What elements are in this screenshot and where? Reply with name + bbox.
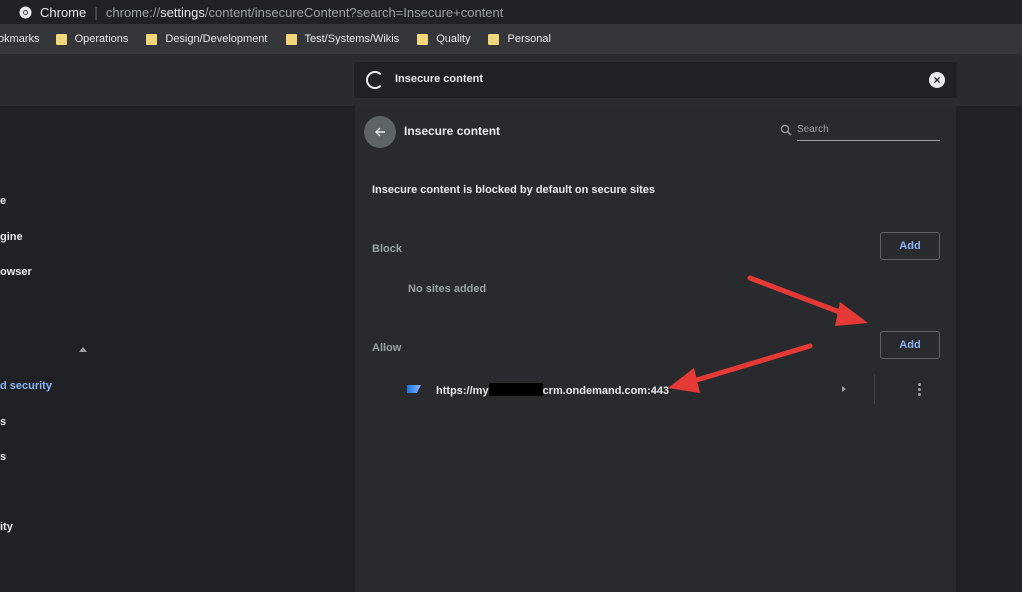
row-divider <box>874 374 875 404</box>
sidebar-item-appearance[interactable]: e <box>0 195 6 207</box>
bookmark-label: okmarks <box>0 33 40 45</box>
insecure-content-card: Insecure content Search Insecure content… <box>355 106 956 592</box>
sidebar-item-languages[interactable]: s <box>0 416 6 428</box>
search-input[interactable]: Search <box>797 124 829 135</box>
bookmark-label: Design/Development <box>165 33 268 45</box>
collapse-caret-icon[interactable] <box>79 347 87 352</box>
loading-spinner-icon <box>366 71 384 89</box>
allowed-site-url[interactable]: https://my crm.ondemand.com:443 <box>436 383 669 397</box>
search-icon <box>780 124 792 136</box>
bookmark-test-systems-wikis[interactable]: Test/Systems/Wikis <box>285 33 400 45</box>
bookmark-other[interactable]: okmarks <box>0 33 40 45</box>
url-strong: settings <box>160 4 205 20</box>
sidebar-item-downloads[interactable]: s <box>0 451 6 463</box>
block-add-button[interactable]: Add <box>880 232 940 260</box>
folder-icon <box>417 33 429 45</box>
search-underline <box>797 140 940 141</box>
folder-icon <box>55 33 67 45</box>
allow-section-label: Allow <box>372 342 402 354</box>
more-actions-icon[interactable] <box>913 379 925 399</box>
browser-window: Chrome | chrome://settings/content/insec… <box>0 0 1022 592</box>
back-button[interactable] <box>364 116 396 148</box>
page-title: Insecure content <box>404 124 501 138</box>
arrow-left-icon <box>375 127 385 137</box>
sidebar-item-default-browser[interactable]: owser <box>0 266 32 278</box>
redaction-block <box>488 383 543 396</box>
site-url-suffix: crm.ondemand.com:443 <box>542 385 670 397</box>
chrome-icon <box>18 5 32 19</box>
description-text: Insecure content is blocked by default o… <box>372 184 656 196</box>
site-search[interactable]: Search <box>780 123 940 141</box>
bookmark-label: Operations <box>74 33 129 45</box>
url-prefix: chrome:// <box>105 4 161 20</box>
address-bar[interactable]: Chrome | chrome://settings/content/insec… <box>0 0 1022 24</box>
clear-search-icon[interactable]: × <box>929 72 945 88</box>
bookmark-quality[interactable]: Quality <box>417 33 470 45</box>
bookmark-operations[interactable]: Operations <box>55 33 129 45</box>
bookmark-label: Personal <box>507 33 551 45</box>
site-name: Chrome <box>40 4 87 20</box>
sidebar-item-search-engine[interactable]: gine <box>0 231 23 243</box>
settings-search-box[interactable]: Insecure content × <box>354 62 957 98</box>
sap-favicon-icon <box>407 385 421 393</box>
chevron-right-icon[interactable] <box>842 386 846 392</box>
bookmark-personal[interactable]: Personal <box>488 33 551 45</box>
bookmark-design-development[interactable]: Design/Development <box>146 33 268 45</box>
folder-icon <box>488 33 500 45</box>
allowed-site-row[interactable]: https://my crm.ondemand.com:443 <box>355 371 956 407</box>
url-text[interactable]: chrome://settings/content/insecureConten… <box>106 5 503 20</box>
site-url-prefix: https://my <box>436 385 489 397</box>
allow-add-button[interactable]: Add <box>880 331 940 359</box>
folder-icon <box>146 33 158 45</box>
bookmarks-bar: okmarks Operations Design/Development Te… <box>0 24 1022 54</box>
address-separator: | <box>94 4 98 20</box>
settings-search-input[interactable]: Insecure content <box>395 73 483 85</box>
sidebar-item-privacy-security[interactable]: d security <box>0 380 52 392</box>
url-rest: /content/insecureContent?search=Insecure… <box>204 4 504 20</box>
settings-sidebar: e gine owser d security s s ity <box>0 106 354 592</box>
sidebar-item-accessibility[interactable]: ity <box>0 521 13 533</box>
block-empty-text: No sites added <box>408 283 487 295</box>
bookmark-label: Test/Systems/Wikis <box>304 33 400 45</box>
block-section-label: Block <box>372 243 402 255</box>
folder-icon <box>285 33 297 45</box>
bookmark-label: Quality <box>436 33 471 45</box>
